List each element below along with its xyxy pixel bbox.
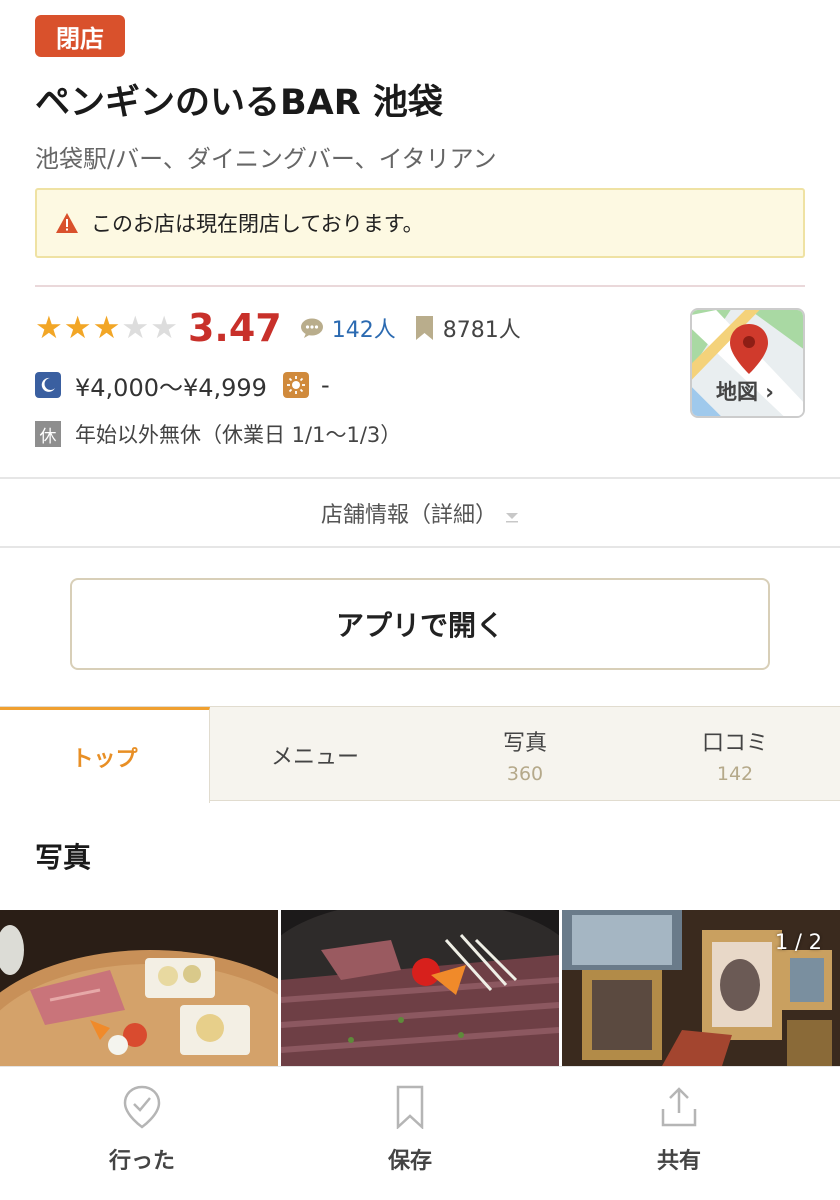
went-label: 行った xyxy=(108,1149,175,1174)
speech-bubble-icon xyxy=(300,318,323,338)
shop-name: ペンギンのいるBAR 池袋 xyxy=(35,83,443,123)
photo-pager: 1 / 2 xyxy=(774,930,822,954)
shop-genre: 池袋駅/バー、ダイニングバー、イタリアン xyxy=(35,145,497,173)
holiday-icon: 休 xyxy=(35,421,61,447)
photo-interior[interactable]: 1 / 2 xyxy=(562,910,840,1066)
lunch-price: - xyxy=(320,371,330,399)
tab-menu[interactable]: メニュー xyxy=(210,707,420,802)
tab-top[interactable]: トップ xyxy=(0,707,210,803)
closed-badge: 閉店 xyxy=(35,15,125,57)
bookmark-icon xyxy=(415,316,433,340)
star-filled-icon: ★ xyxy=(63,309,92,346)
map-pin-icon xyxy=(730,324,768,374)
rating-row: ★ ★ ★ ★ ★ 3.47 142人 8781人 xyxy=(35,300,521,356)
tab-label: メニュー xyxy=(270,744,359,770)
closed-notice: このお店は現在閉店しております。 xyxy=(35,188,805,258)
tab-bar: トップ メニュー 写真 360 口コミ 142 xyxy=(0,706,840,803)
bottom-navigation: 行った 保存 共有 xyxy=(0,1066,840,1200)
save-button[interactable]: 保存 xyxy=(310,1085,510,1175)
photo-food-platter[interactable] xyxy=(0,910,278,1066)
dinner-price: ¥4,000～¥4,999 xyxy=(75,373,267,402)
map-button[interactable]: 地図 › xyxy=(690,308,805,418)
bookmark-icon xyxy=(396,1085,424,1129)
star-filled-icon: ★ xyxy=(92,309,121,346)
photos-heading: 写真 xyxy=(35,841,92,874)
warning-icon xyxy=(56,213,78,233)
caret-down-icon xyxy=(506,513,518,523)
tab-label: トップ xyxy=(71,746,138,772)
photo-carousel[interactable]: 1 / 2 xyxy=(0,910,840,1066)
tab-label: 口コミ xyxy=(701,730,768,756)
map-label: 地図 › xyxy=(716,380,774,404)
share-button[interactable]: 共有 xyxy=(579,1085,779,1175)
rating-stars: ★ ★ ★ ★ ★ xyxy=(35,309,178,346)
open-in-app-button[interactable]: アプリで開く xyxy=(70,578,770,670)
went-button[interactable]: 行った xyxy=(42,1085,242,1175)
check-pin-icon xyxy=(123,1085,161,1129)
tab-photos[interactable]: 写真 360 xyxy=(420,707,630,802)
sun-icon xyxy=(282,372,309,398)
save-label: 保存 xyxy=(387,1149,432,1174)
photo-steak[interactable] xyxy=(281,910,559,1066)
divider xyxy=(0,477,840,479)
rating-score: 3.47 xyxy=(187,306,282,350)
divider xyxy=(0,546,840,548)
star-empty-icon: ★ xyxy=(121,309,150,346)
holiday-text: 年始以外無休（休業日 1/1～1/3） xyxy=(75,423,402,447)
tab-label: 写真 xyxy=(502,730,547,756)
notice-text: このお店は現在閉店しております。 xyxy=(91,212,424,236)
share-icon xyxy=(661,1087,697,1127)
store-details-toggle[interactable]: 店舗情報（詳細） xyxy=(0,480,840,546)
star-filled-icon: ★ xyxy=(35,309,63,346)
star-empty-icon: ★ xyxy=(150,309,178,346)
divider xyxy=(35,285,805,287)
review-count-link[interactable]: 142人 xyxy=(332,312,396,344)
price-row: ¥4,000～¥4,999 - xyxy=(35,366,330,404)
holiday-row: 休 年始以外無休（休業日 1/1～1/3） xyxy=(35,418,401,450)
tab-count: 142 xyxy=(716,762,754,785)
moon-icon xyxy=(35,372,61,398)
bookmark-count: 8781人 xyxy=(442,318,521,343)
tab-reviews[interactable]: 口コミ 142 xyxy=(630,707,840,802)
tab-count: 360 xyxy=(506,762,544,785)
store-details-label: 店舗情報（詳細） xyxy=(320,503,497,528)
share-label: 共有 xyxy=(656,1149,701,1174)
